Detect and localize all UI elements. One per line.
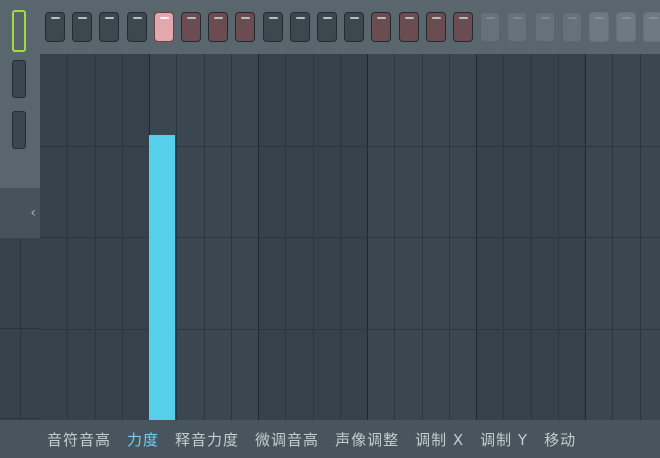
step-button-9[interactable] — [263, 12, 283, 42]
step-button-18[interactable] — [507, 12, 527, 42]
velocity-bar[interactable] — [149, 135, 175, 420]
step-button-8[interactable] — [235, 12, 255, 42]
step-led — [513, 17, 522, 19]
step-button-20[interactable] — [562, 12, 582, 42]
left-vertical-divider — [20, 238, 21, 420]
step-led — [214, 17, 223, 19]
step-led — [51, 17, 60, 19]
step-led — [241, 17, 250, 19]
tab-7[interactable]: 调制 Y — [480, 429, 528, 450]
step-led — [459, 17, 468, 19]
scroll-left-button[interactable]: ‹ — [0, 188, 40, 238]
step-led — [649, 17, 658, 19]
level-line — [40, 237, 660, 238]
step-button-21[interactable] — [589, 12, 609, 42]
step-button-17[interactable] — [480, 12, 500, 42]
tab-2[interactable]: 力度 — [127, 429, 159, 450]
tab-1[interactable]: 音符音高 — [47, 429, 111, 450]
event-parameter-tabs: 音符音高 力度 释音力度 微调音高 声像调整 调制 X 调制 Y 移动 — [0, 420, 660, 458]
step-led — [78, 17, 87, 19]
tab-4[interactable]: 微调音高 — [255, 429, 319, 450]
step-button-23[interactable] — [643, 12, 660, 42]
step-led — [269, 17, 278, 19]
velocity-grid[interactable] — [40, 54, 660, 420]
step-button-15[interactable] — [426, 12, 446, 42]
step-button-19[interactable] — [535, 12, 555, 42]
step-button-14[interactable] — [399, 12, 419, 42]
step-led — [105, 17, 114, 19]
step-button-3[interactable] — [99, 12, 119, 42]
step-button-6[interactable] — [181, 12, 201, 42]
step-led — [432, 17, 441, 19]
step-led — [296, 17, 305, 19]
tab-8[interactable]: 移动 — [544, 429, 576, 450]
left-control-strip — [0, 0, 40, 188]
step-button-13[interactable] — [371, 12, 391, 42]
step-led — [350, 17, 359, 19]
step-button-10[interactable] — [290, 12, 310, 42]
tab-5[interactable]: 声像调整 — [335, 429, 399, 450]
step-button-5[interactable] — [154, 12, 174, 42]
left-lower-panel — [0, 238, 40, 420]
step-button-4[interactable] — [127, 12, 147, 42]
step-led — [595, 17, 604, 19]
step-led — [377, 17, 386, 19]
step-button-2[interactable] — [72, 12, 92, 42]
step-led — [160, 17, 169, 19]
level-line — [40, 146, 660, 147]
step-button-1[interactable] — [45, 12, 65, 42]
step-led — [187, 17, 196, 19]
step-led — [568, 17, 577, 19]
step-button-12[interactable] — [344, 12, 364, 42]
channel-toggle-1[interactable] — [12, 10, 26, 52]
step-button-22[interactable] — [616, 12, 636, 42]
step-button-7[interactable] — [208, 12, 228, 42]
tab-6[interactable]: 调制 X — [415, 429, 464, 450]
step-led — [405, 17, 414, 19]
step-button-16[interactable] — [453, 12, 473, 42]
step-led — [133, 17, 142, 19]
chevron-left-icon: ‹ — [30, 205, 36, 221]
piano-roll-event-editor: ‹ 音符音高 力度 释音力度 微调音高 声像调整 调制 X 调制 Y 移动 — [0, 0, 660, 458]
channel-toggle-3[interactable] — [12, 111, 26, 149]
step-button-11[interactable] — [317, 12, 337, 42]
step-led — [486, 17, 495, 19]
level-line — [40, 329, 660, 330]
step-led — [323, 17, 332, 19]
step-led — [541, 17, 550, 19]
step-sequencer-bar — [40, 0, 660, 54]
channel-toggle-2[interactable] — [12, 60, 26, 98]
step-led — [622, 17, 631, 19]
tab-3[interactable]: 释音力度 — [175, 429, 239, 450]
